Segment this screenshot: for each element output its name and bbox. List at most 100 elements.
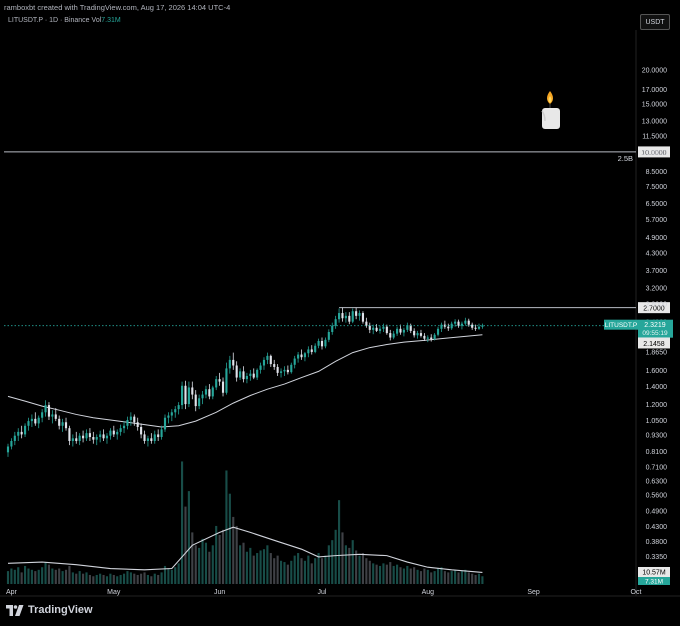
candle-body	[327, 332, 330, 340]
candle-body	[71, 438, 74, 441]
candle-body	[266, 355, 269, 360]
candle-body	[116, 431, 119, 435]
volume-bar	[440, 567, 443, 584]
volume-bar	[119, 574, 122, 584]
volume-bar	[102, 574, 105, 584]
price-tick-label: 0.5600	[646, 493, 668, 500]
candle-body	[51, 414, 54, 417]
candle-body	[372, 327, 375, 330]
price-tick-label: 17.0000	[642, 87, 667, 94]
volume-bar	[399, 567, 402, 584]
volume-bar	[204, 542, 208, 584]
symbol-price-tag-name: LITUSDT.P	[605, 322, 638, 329]
volume-bar	[78, 571, 81, 584]
volume-bar	[413, 567, 416, 584]
candle-body	[303, 353, 306, 358]
price-tick-label: 1.8650	[646, 350, 668, 357]
candle-body	[184, 385, 187, 405]
time-tick-label: Apr	[6, 589, 18, 596]
candle-body	[157, 434, 160, 437]
volume-bar	[58, 568, 61, 584]
candle-body	[41, 412, 44, 418]
candle-body	[215, 379, 218, 388]
volume-bar	[27, 568, 30, 584]
volume-bar	[467, 572, 470, 584]
volume-bar	[454, 569, 457, 584]
candle-body	[290, 364, 293, 373]
candle-body	[102, 434, 105, 439]
volume-bar	[286, 564, 289, 584]
price-tick-label: 3.2000	[646, 285, 668, 292]
currency-badge[interactable]: USDT	[640, 14, 670, 30]
candle-body	[99, 434, 102, 437]
volume-bar	[409, 568, 412, 584]
volume-bar	[75, 573, 78, 584]
time-axis[interactable]: Apr May Jun Jul Aug Sep Oct	[6, 589, 642, 596]
candle-body	[6, 446, 10, 453]
candle-body	[440, 324, 443, 329]
candle-body	[310, 349, 313, 352]
candle-body	[228, 359, 231, 369]
volume-bars	[6, 461, 484, 584]
candle-body	[174, 409, 177, 413]
candle-body	[146, 438, 149, 441]
candle-body	[297, 354, 300, 359]
candle-body	[344, 315, 347, 319]
volume-bar	[122, 573, 126, 584]
candle-body	[160, 429, 163, 437]
volume-bar	[24, 565, 27, 584]
volume-bar	[167, 568, 170, 584]
volume-bar	[464, 569, 467, 584]
candle-body	[436, 328, 440, 335]
price-tick-label: 8.5000	[646, 169, 668, 176]
candle-body	[396, 328, 399, 334]
candle-body	[187, 387, 190, 405]
price-tick-label: 1.2000	[646, 402, 668, 409]
candle-body	[54, 414, 57, 419]
candle-body	[385, 326, 388, 334]
volume-bar	[30, 569, 33, 584]
candle-body	[317, 340, 320, 346]
horizontal-lines[interactable]: 10.00002.5B2.7000	[4, 146, 670, 314]
symbol-legend[interactable]: LITUSDT.P · 1D · Binance Vol7.31M	[8, 17, 121, 24]
volume-bar	[269, 553, 272, 584]
candle-body	[140, 426, 143, 435]
volume-bar	[430, 572, 433, 584]
volume-bar	[41, 567, 44, 584]
price-axis[interactable]: 20.0000 17.0000 15.0000 13.0000 11.5000 10.00…	[642, 67, 667, 560]
volume-bar	[365, 558, 368, 584]
volume-bar	[256, 553, 259, 584]
volume-bar	[433, 571, 436, 584]
volume-bar	[153, 573, 156, 584]
candle-body	[389, 333, 392, 338]
volume-bar	[99, 573, 102, 584]
candle-body	[122, 425, 126, 429]
candle-body	[153, 434, 156, 441]
volume-bar	[112, 574, 115, 584]
candle-body	[471, 324, 474, 328]
volume-value: 7.31M	[645, 579, 663, 586]
candle-body	[283, 369, 286, 372]
candle-body	[17, 431, 20, 436]
time-tick-label: May	[107, 589, 121, 596]
volume-bar	[303, 560, 306, 584]
volume-ma-value: 10.57M	[642, 570, 666, 577]
volume-bar	[177, 563, 180, 584]
candle-body	[225, 368, 228, 393]
price-tick-label: 1.4000	[646, 384, 668, 391]
volume-bar	[64, 569, 68, 584]
price-chart[interactable]: 10.00002.5B2.7000 20.000017.000015.00001…	[0, 0, 680, 626]
volume-bar	[13, 569, 16, 584]
volume-bar	[116, 576, 119, 584]
tradingview-logo[interactable]: TradingView	[6, 604, 93, 616]
volume-bar	[307, 555, 310, 584]
candle-body	[37, 417, 40, 424]
price-tick-label: 13.0000	[642, 119, 667, 126]
ma-line	[7, 334, 483, 428]
candle-body	[252, 373, 255, 378]
last-price-value: 2.3219	[644, 322, 666, 329]
volume-bar	[109, 573, 112, 584]
candle-body	[109, 430, 112, 436]
volume-bar	[34, 571, 37, 584]
candle-body	[430, 337, 433, 340]
